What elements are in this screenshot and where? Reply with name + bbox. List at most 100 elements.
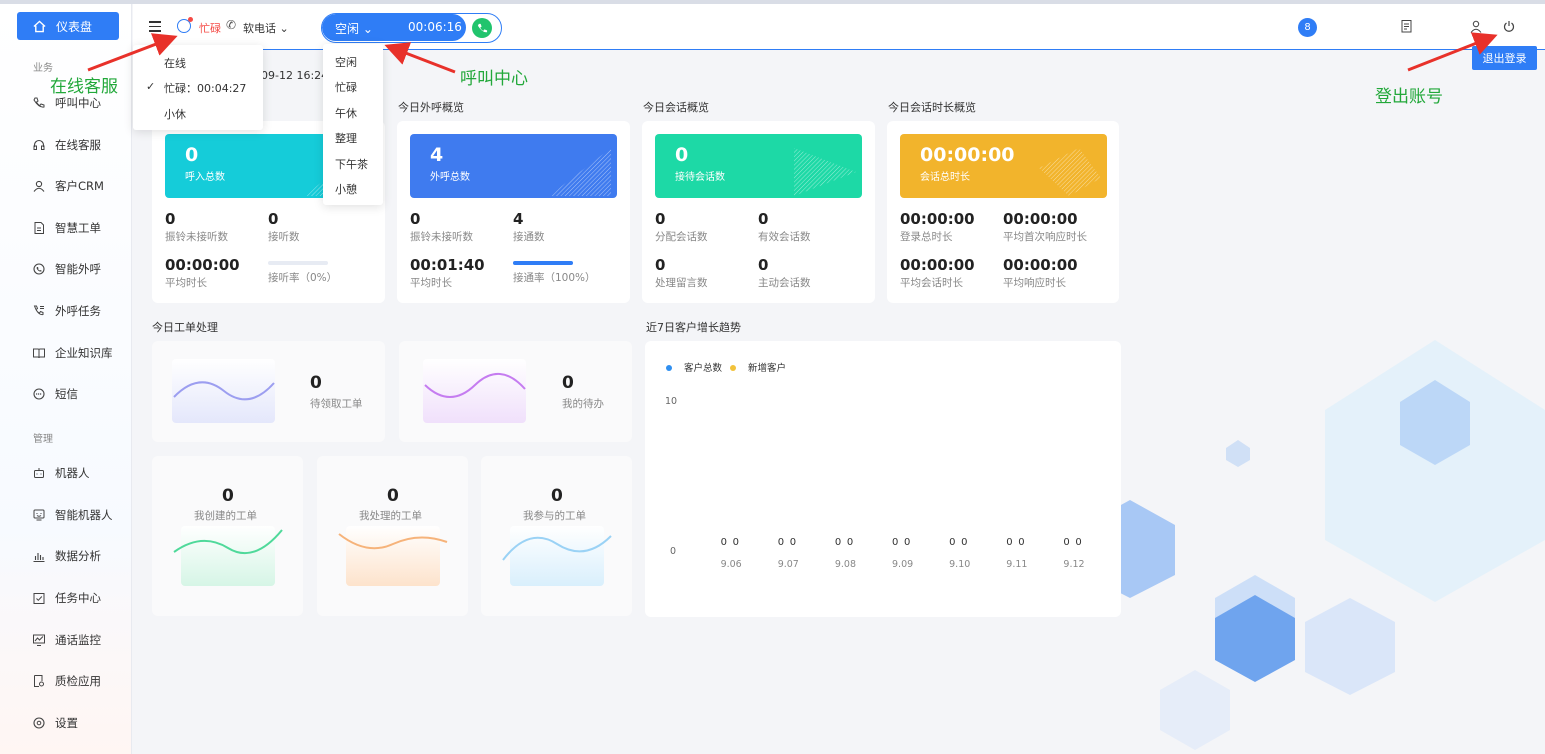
sidebar-item-dashboard[interactable]: 仪表盘: [17, 12, 119, 40]
call-state-select[interactable]: 空闲 ⌄: [335, 20, 373, 37]
robot-icon: [34, 468, 44, 478]
hatched-triangle-icon: [1039, 148, 1101, 196]
chart-title: 近7日客户增长趋势: [646, 321, 741, 334]
menu-collapse-icon[interactable]: [149, 21, 161, 32]
session-valid: 0: [758, 210, 769, 228]
power-icon[interactable]: [1503, 20, 1515, 33]
sidebar-item-label: 智慧工单: [55, 221, 101, 235]
avg-session-duration-label: 平均会话时长: [900, 277, 963, 289]
inbound-avg-duration: 00:00:00: [165, 256, 240, 274]
notification-badge[interactable]: 8: [1298, 18, 1317, 37]
outbound-avg-duration-label: 平均时长: [410, 277, 452, 289]
smart-robot-icon: [33, 509, 45, 521]
sidebar-item-crm[interactable]: 客户CRM: [33, 176, 104, 196]
bar-data-label: 0: [790, 537, 796, 548]
sidebar-item-analytics[interactable]: 数据分析: [33, 546, 101, 566]
sidebar-item-inspection[interactable]: 质检应用: [33, 671, 101, 691]
sidebar-item-task-center[interactable]: 任务中心: [33, 588, 101, 608]
sidebar-item-smart-robot[interactable]: 智能机器人: [33, 505, 113, 525]
cs-status-option-busy[interactable]: 忙碌：00:04:27: [164, 80, 246, 96]
inbound-total: 0: [185, 144, 199, 166]
cs-status-dropdown: 在线 ✓ 忙碌：00:04:27 小休: [133, 45, 263, 130]
sidebar-item-robot[interactable]: 机器人: [33, 463, 90, 483]
sidebar-item-workorder[interactable]: 智慧工单: [33, 218, 101, 238]
inbound-answered-label: 接听数: [268, 231, 300, 243]
workorder-involved-count: 0: [551, 486, 563, 506]
legend-label[interactable]: 新增客户: [748, 362, 786, 374]
chevron-down-icon: ⌄: [279, 22, 289, 35]
call-state-option-lunch[interactable]: 午休: [335, 105, 357, 121]
workorder-created-card[interactable]: 0 我创建的工单: [152, 456, 303, 616]
softphone-toggle[interactable]: 软电话 ⌄: [243, 20, 289, 36]
workorder-handled-label: 我处理的工单: [359, 510, 422, 522]
session-active-label: 主动会话数: [758, 277, 811, 289]
workorder-handled-card[interactable]: 0 我处理的工单: [317, 456, 468, 616]
session-assigned-label: 分配会话数: [655, 231, 708, 243]
bar-chart-icon: [33, 553, 45, 562]
sidebar-item-outbound-task[interactable]: 外呼任务: [33, 301, 101, 321]
wave-icon: [502, 535, 612, 561]
legend-marker[interactable]: [666, 365, 672, 371]
outbound-total: 4: [430, 144, 444, 166]
sidebar-item-label: 在线客服: [55, 138, 101, 152]
customer-trend-chart: 客户总数 新增客户 10 0 0 0 9.06 0 0 9.07 0 0 9.08 0 0 9.09 0 0 9.1…: [645, 341, 1121, 617]
bar-data-label: 0: [847, 537, 853, 548]
sidebar-item-label: 设置: [55, 716, 78, 730]
call-state-option-tidy[interactable]: 整理: [335, 130, 357, 146]
session-messages-label: 处理留言数: [655, 277, 708, 289]
x-tick-label: 9.08: [835, 559, 856, 570]
bar-data-label: 0: [1075, 537, 1081, 548]
user-icon[interactable]: [1470, 20, 1482, 33]
note-icon[interactable]: [1401, 20, 1413, 33]
logout-tooltip[interactable]: 退出登录: [1472, 46, 1537, 70]
workorder-involved-label: 我参与的工单: [523, 510, 586, 522]
sidebar-item-knowledge[interactable]: 企业知识库: [33, 343, 113, 363]
workorder-pending-card[interactable]: 0 待领取工单: [152, 341, 385, 442]
login-total-duration-label: 登录总时长: [900, 231, 953, 243]
legend-label[interactable]: 客户总数: [684, 362, 723, 374]
call-state-option-idle[interactable]: 空闲: [335, 54, 357, 70]
call-state-option-tea[interactable]: 下午茶: [335, 156, 368, 172]
bar-data-label: 0: [949, 537, 955, 548]
workorder-todo-card[interactable]: 0 我的待办: [399, 341, 632, 442]
workorder-title: 今日工单处理: [152, 321, 218, 334]
call-state-option-busy[interactable]: 忙碌: [335, 79, 357, 95]
task-icon: [33, 593, 45, 604]
sidebar-item-settings[interactable]: 设置: [33, 713, 78, 733]
bar-data-label: 0: [835, 537, 841, 548]
outbound-ring-unanswered: 0: [410, 210, 421, 228]
inbound-total-label: 呼入总数: [185, 172, 225, 183]
workorder-todo-label: 我的待办: [562, 398, 604, 410]
cs-status[interactable]: 忙碌: [199, 20, 221, 36]
legend-marker[interactable]: [730, 365, 736, 371]
sidebar-item-call-monitor[interactable]: 通话监控: [33, 630, 101, 650]
sidebar-item-sms[interactable]: 短信: [33, 384, 78, 404]
y-tick-label: 0: [670, 546, 676, 557]
sidebar-item-label: 机器人: [55, 466, 90, 480]
cs-status-option-online[interactable]: 在线: [164, 55, 186, 71]
avg-response: 00:00:00: [1003, 256, 1078, 274]
workorder-involved-card[interactable]: 0 我参与的工单: [481, 456, 632, 616]
inbound-rate-bar: [268, 261, 328, 265]
monitor-icon: [33, 634, 45, 646]
outbound-total-label: 外呼总数: [430, 172, 470, 183]
hatched-triangle-icon: [549, 148, 611, 196]
x-tick-label: 9.06: [721, 559, 742, 570]
inbound-avg-duration-label: 平均时长: [165, 277, 207, 289]
phone-icon: [477, 23, 487, 32]
outbound-ring-unanswered-label: 振铃未接听数: [410, 231, 473, 243]
sidebar-item-online-cs[interactable]: 在线客服: [33, 135, 101, 155]
cs-status-option-break[interactable]: 小休: [164, 106, 186, 122]
x-tick-label: 9.12: [1063, 559, 1084, 570]
hatched-triangle-icon: [794, 148, 856, 196]
outbound-connected: 4: [513, 210, 524, 228]
online-cs-icon[interactable]: [177, 17, 193, 33]
call-timer: 00:06:16: [408, 20, 462, 34]
call-state-option-nap[interactable]: 小憩: [335, 181, 357, 197]
call-button[interactable]: [472, 18, 492, 38]
inspection-icon: [34, 675, 44, 687]
sidebar-item-smart-outbound[interactable]: 智能外呼: [33, 259, 101, 279]
wave-icon: [173, 381, 275, 401]
duration-hero: 00:00:00 会话总时长: [900, 134, 1107, 198]
session-received-label: 接待会话数: [675, 172, 725, 183]
